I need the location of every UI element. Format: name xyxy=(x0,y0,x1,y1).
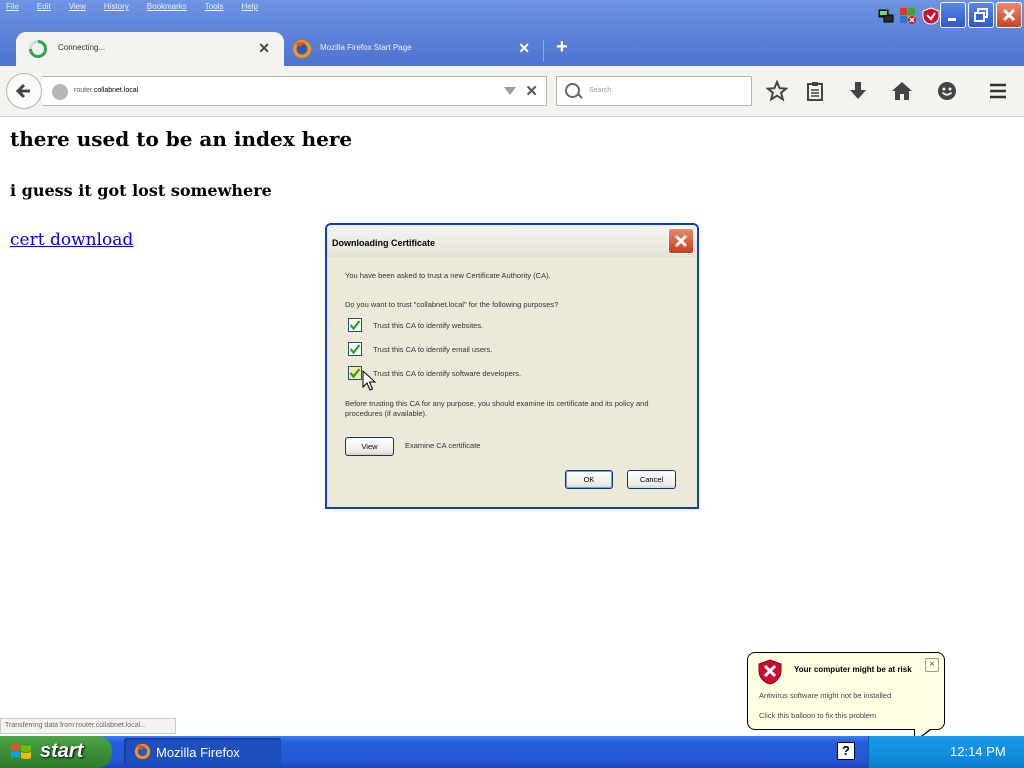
tab-label: Mozilla Firefox Start Page xyxy=(320,43,412,52)
security-center-icon[interactable] xyxy=(899,7,917,25)
url-domain: collabnet.local xyxy=(93,87,139,94)
download-icon xyxy=(850,82,866,99)
balloon-message: Antivirus software might not be installe… xyxy=(759,691,892,700)
menu-edit[interactable]: Edit xyxy=(37,2,51,11)
dialog-titlebar[interactable]: Downloading Certificate xyxy=(327,225,697,257)
minimize-button[interactable] xyxy=(940,2,966,28)
url-history-dropdown-icon[interactable] xyxy=(504,87,516,95)
start-label: start xyxy=(40,740,84,762)
search-icon xyxy=(565,83,580,98)
balloon-title: Your computer might be at risk xyxy=(794,665,912,674)
checkmark-icon xyxy=(349,344,361,355)
firefox-icon xyxy=(134,743,151,760)
network-icon[interactable] xyxy=(877,7,895,25)
status-bar: Transferring data from router.collabnet.… xyxy=(0,718,176,734)
window-controls xyxy=(940,2,1022,28)
home-button[interactable] xyxy=(890,79,914,103)
close-icon xyxy=(1002,8,1016,22)
back-arrow-icon xyxy=(15,83,30,99)
stop-button[interactable]: ✕ xyxy=(525,82,538,100)
restore-button[interactable] xyxy=(968,2,994,28)
trust-software-developers-checkbox[interactable] xyxy=(348,366,362,380)
checkbox-label: Trust this CA to identify software devel… xyxy=(373,368,522,378)
minimize-icon xyxy=(948,18,956,21)
firefox-icon xyxy=(293,40,311,58)
tab-label: Connecting... xyxy=(58,43,106,52)
taskbar-clock: 12:14 PM xyxy=(950,744,1006,759)
dialog-advice: Before trusting this CA for any purpose,… xyxy=(345,399,649,418)
windows-logo-icon xyxy=(11,744,31,759)
tab-close-button[interactable]: ✕ xyxy=(518,41,530,55)
trust-email-users-checkbox[interactable] xyxy=(348,342,362,356)
downloads-button[interactable] xyxy=(846,79,870,103)
checkmark-icon xyxy=(349,320,361,331)
url-bar[interactable]: router.collabnet.local ✕ xyxy=(42,76,547,106)
dialog-title: Downloading Certificate xyxy=(332,238,436,248)
checkmark-icon xyxy=(349,368,361,379)
taskbar-item-label: Mozilla Firefox xyxy=(156,745,240,760)
navigation-toolbar: router.collabnet.local ✕ Search xyxy=(0,66,1024,117)
menu-tools[interactable]: Tools xyxy=(205,2,224,11)
security-alert-balloon[interactable]: Your computer might be at risk × Antivir… xyxy=(747,652,945,730)
dialog-intro: You have been asked to trust a new Certi… xyxy=(345,271,551,280)
search-bar[interactable]: Search xyxy=(556,76,752,106)
tab-firefox-start-page[interactable]: Mozilla Firefox Start Page ✕ xyxy=(286,32,542,66)
trust-websites-checkbox[interactable] xyxy=(348,318,362,332)
taskbar-item-firefox[interactable]: Mozilla Firefox xyxy=(124,738,281,765)
checkbox-label: Trust this CA to identify email users. xyxy=(373,344,493,354)
open-menu-button[interactable] xyxy=(986,79,1010,103)
page-subheading: i guess it got lost somewhere xyxy=(10,181,272,200)
security-shield-icon xyxy=(758,659,782,685)
mouse-cursor-icon xyxy=(362,370,376,391)
close-window-button[interactable] xyxy=(996,2,1022,28)
new-tab-button[interactable]: + xyxy=(556,37,568,57)
balloon-action: Click this balloon to fix this problem xyxy=(759,711,877,720)
close-icon xyxy=(674,234,688,248)
checkbox-label: Trust this CA to identify websites. xyxy=(373,320,484,330)
menu-help[interactable]: Help xyxy=(241,2,257,11)
help-icon[interactable]: ? xyxy=(837,742,855,760)
cancel-button[interactable]: Cancel xyxy=(627,470,676,489)
cert-download-link[interactable]: cert download xyxy=(10,230,133,250)
tab-close-button[interactable]: ✕ xyxy=(258,41,270,55)
tab-divider xyxy=(543,40,544,62)
loading-spinner-icon xyxy=(29,40,47,58)
dialog-body: You have been asked to trust a new Certi… xyxy=(327,257,697,507)
hello-icon xyxy=(938,82,956,100)
menu-view[interactable]: View xyxy=(69,2,86,11)
dialog-close-button[interactable] xyxy=(668,228,694,254)
url-text: router.collabnet.local xyxy=(74,87,138,94)
back-button[interactable] xyxy=(6,73,42,109)
menu-file[interactable]: File xyxy=(6,2,19,11)
view-certificate-button[interactable]: View xyxy=(345,437,394,456)
balloon-close-button[interactable]: × xyxy=(925,658,939,672)
menu-bar: File Edit View History Bookmarks Tools H… xyxy=(6,2,276,11)
home-icon xyxy=(892,82,912,100)
hamburger-menu-icon xyxy=(990,83,1006,99)
star-icon xyxy=(766,80,788,102)
menu-bookmarks[interactable]: Bookmarks xyxy=(147,2,187,11)
ok-button[interactable]: OK xyxy=(565,470,613,489)
shield-alert-icon[interactable] xyxy=(922,7,940,25)
start-button[interactable]: start xyxy=(0,736,112,768)
view-caption: Examine CA certificate xyxy=(405,441,481,450)
search-placeholder: Search xyxy=(589,87,612,94)
reading-list-icon xyxy=(807,82,823,101)
globe-icon xyxy=(52,84,68,100)
menu-history[interactable]: History xyxy=(104,2,129,11)
url-subdomain: router. xyxy=(74,87,94,94)
page-heading: there used to be an index here xyxy=(10,127,353,151)
restore-icon xyxy=(974,8,988,22)
tab-connecting[interactable]: Connecting... ✕ xyxy=(16,32,284,66)
bookmark-star-button[interactable] xyxy=(765,79,789,103)
downloading-certificate-dialog: Downloading Certificate You have been as… xyxy=(325,223,699,509)
dialog-question: Do you want to trust "collabnet.local" f… xyxy=(345,300,559,309)
reading-list-button[interactable] xyxy=(803,79,827,103)
hello-button[interactable] xyxy=(935,79,959,103)
option-websites: Trust this CA to identify websites. xyxy=(348,318,483,332)
option-email-users: Trust this CA to identify email users. xyxy=(348,342,492,356)
